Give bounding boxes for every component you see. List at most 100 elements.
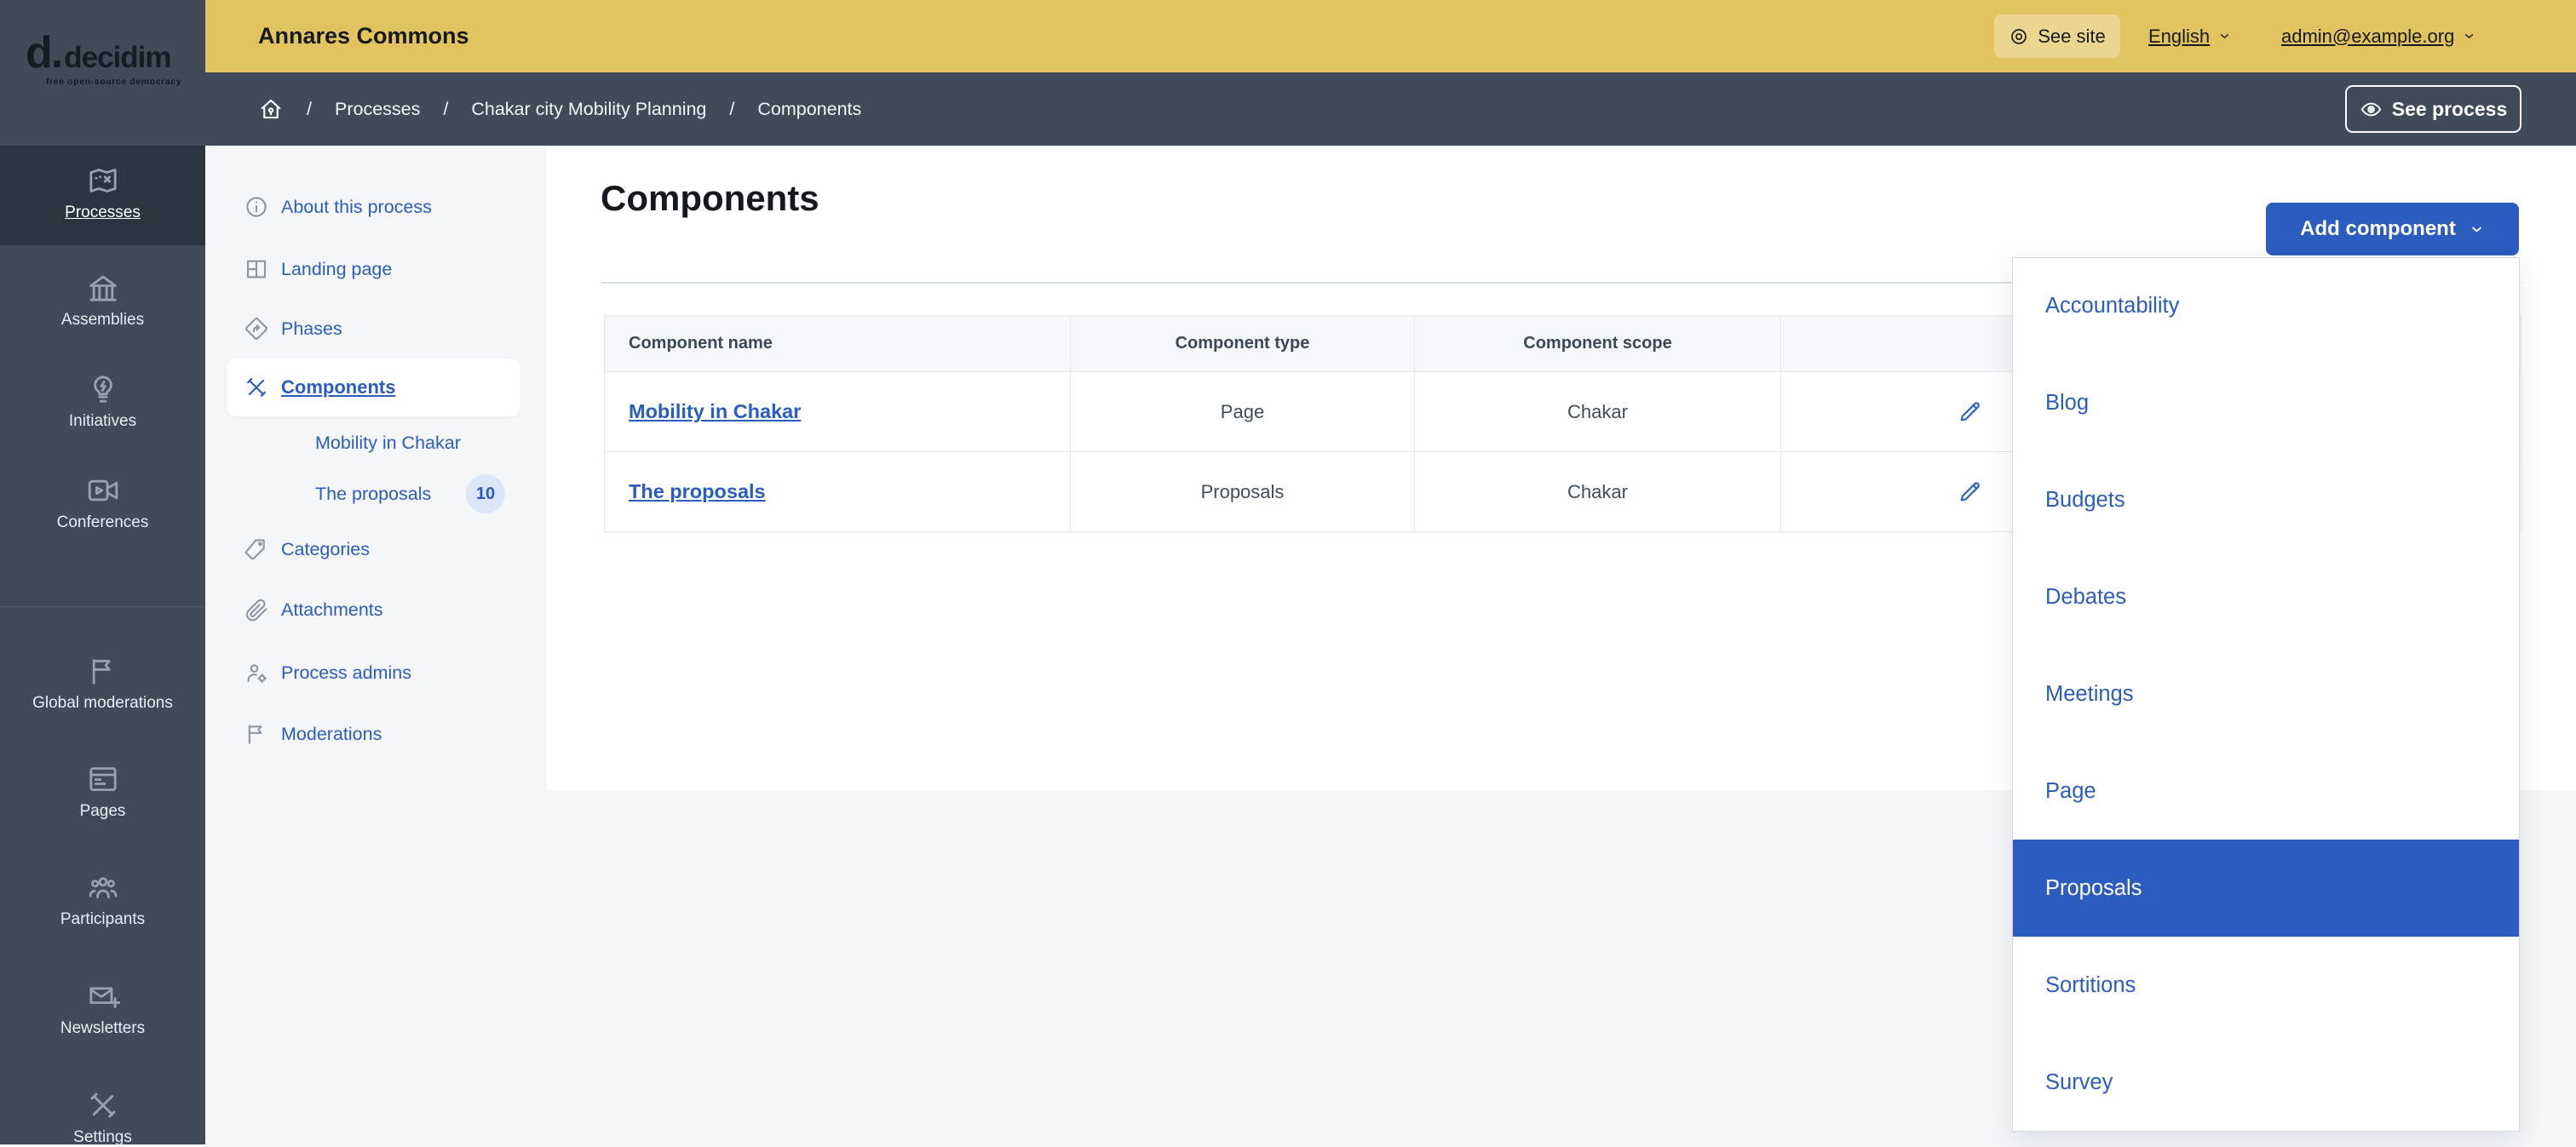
process-menu-moderations[interactable]: Moderations	[205, 715, 546, 753]
process-menu: About this process Landing page Phases C…	[205, 146, 546, 1144]
logo-mark: d.	[26, 34, 61, 72]
language-dropdown[interactable]: English	[2148, 0, 2232, 72]
process-menu-label: Components	[281, 376, 395, 399]
process-menu-label: The proposals	[315, 484, 431, 505]
process-menu-categories[interactable]: Categories	[205, 530, 546, 568]
breadcrumb: / Processes / Chakar city Mobility Plann…	[258, 72, 861, 146]
video-camera-icon	[86, 473, 120, 508]
menu-item-accountability[interactable]: Accountability	[2013, 258, 2519, 355]
process-menu-label: Process admins	[281, 662, 411, 684]
chevron-down-icon	[2217, 29, 2232, 43]
sidebar-item-participants[interactable]: Participants	[0, 870, 205, 929]
bank-icon	[86, 271, 120, 305]
eye-icon	[2360, 98, 2383, 121]
sidebar-item-label: Newsletters	[60, 1019, 145, 1038]
home-icon[interactable]	[258, 96, 284, 122]
flag-icon	[86, 654, 120, 688]
breadcrumb-separator: /	[443, 99, 448, 120]
process-menu-process-admins[interactable]: Process admins	[205, 654, 546, 691]
process-menu-label: Categories	[281, 539, 370, 560]
eye-target-icon	[2009, 26, 2029, 47]
browser-icon	[86, 762, 120, 796]
menu-item-survey[interactable]: Survey	[2013, 1034, 2519, 1131]
sidebar-item-label: Participants	[60, 910, 145, 929]
layout-icon	[244, 256, 269, 282]
admin-sidebar: d. decidim free open-source democracy Pr…	[0, 0, 205, 1144]
component-link-mobility[interactable]: Mobility in Chakar	[629, 400, 801, 422]
menu-item-meetings[interactable]: Meetings	[2013, 646, 2519, 743]
menu-item-sortitions[interactable]: Sortitions	[2013, 937, 2519, 1034]
organization-name: Annares Commons	[258, 0, 469, 72]
sidebar-item-settings[interactable]: Settings	[0, 1088, 205, 1147]
user-gear-icon	[244, 660, 269, 685]
decidim-admin-page: { "brand": { "mark": "d.", "wordmark": "…	[0, 0, 2576, 1144]
edit-icon[interactable]	[1956, 399, 1983, 426]
people-icon	[86, 870, 120, 904]
decidim-logo: d. decidim free open-source democracy	[26, 34, 181, 87]
breadcrumb-item-process[interactable]: Chakar city Mobility Planning	[471, 99, 706, 120]
menu-item-budgets[interactable]: Budgets	[2013, 452, 2519, 549]
tools-icon	[86, 1088, 120, 1122]
logo-wordmark: decidim	[64, 41, 170, 75]
chevron-down-icon	[2462, 29, 2476, 43]
account-dropdown[interactable]: admin@example.org	[2281, 0, 2476, 72]
process-menu-landing-page[interactable]: Landing page	[205, 250, 546, 288]
breadcrumb-item-components[interactable]: Components	[757, 99, 861, 120]
breadcrumb-bar: / Processes / Chakar city Mobility Plann…	[205, 72, 2576, 146]
component-link-proposals[interactable]: The proposals	[629, 480, 766, 502]
page-title: Components	[601, 178, 819, 219]
process-menu-phases[interactable]: Phases	[205, 310, 546, 347]
flag-icon	[244, 721, 269, 747]
top-bar: Annares Commons See site English admin@e…	[205, 0, 2576, 72]
mail-plus-icon	[86, 979, 120, 1013]
sidebar-item-label: Global moderations	[32, 694, 173, 713]
menu-item-proposals[interactable]: Proposals	[2013, 840, 2519, 937]
sidebar-item-conferences[interactable]: Conferences	[0, 473, 205, 532]
menu-item-page[interactable]: Page	[2013, 743, 2519, 840]
map-icon	[86, 163, 120, 198]
add-component-label: Add component	[2300, 217, 2456, 241]
sidebar-item-global-moderations[interactable]: Global moderations	[0, 654, 205, 713]
process-menu-components[interactable]: Components	[227, 358, 520, 416]
sidebar-item-initiatives[interactable]: Initiatives	[0, 372, 205, 431]
add-component-button[interactable]: Add component	[2266, 203, 2519, 255]
sidebar-item-label: Initiatives	[69, 412, 136, 431]
menu-item-debates[interactable]: Debates	[2013, 549, 2519, 646]
see-process-label: See process	[2392, 98, 2508, 121]
sidebar-item-assemblies[interactable]: Assemblies	[0, 271, 205, 330]
language-label: English	[2148, 26, 2210, 48]
sidebar-item-pages[interactable]: Pages	[0, 762, 205, 821]
header-component-scope: Component scope	[1415, 316, 1781, 372]
see-site-button[interactable]: See site	[1994, 14, 2120, 58]
process-menu-about[interactable]: About this process	[205, 188, 546, 226]
info-icon	[244, 194, 269, 220]
proposals-count-badge: 10	[466, 474, 505, 513]
see-site-label: See site	[2038, 26, 2106, 48]
sidebar-item-label: Conferences	[57, 513, 149, 532]
process-menu-label: Mobility in Chakar	[315, 433, 461, 454]
see-process-button[interactable]: See process	[2345, 85, 2521, 133]
component-type: Proposals	[1071, 452, 1415, 532]
account-label: admin@example.org	[2281, 26, 2454, 48]
sidebar-item-label: Assemblies	[61, 311, 144, 330]
header-component-type: Component type	[1071, 316, 1415, 372]
header-component-name: Component name	[605, 316, 1071, 372]
component-scope: Chakar	[1415, 372, 1781, 452]
tag-icon	[244, 536, 269, 562]
process-menu-label: About this process	[281, 197, 432, 218]
edit-icon[interactable]	[1956, 479, 1983, 506]
process-menu-mobility-in-chakar[interactable]: Mobility in Chakar	[205, 424, 546, 462]
breadcrumb-separator: /	[729, 99, 734, 120]
add-component-dropdown: Accountability Blog Budgets Debates Meet…	[2012, 257, 2520, 1132]
breadcrumb-item-processes[interactable]: Processes	[335, 99, 420, 120]
milestone-icon	[244, 316, 269, 341]
logo-tagline: free open-source democracy	[46, 77, 181, 87]
sidebar-item-processes[interactable]: Processes	[0, 146, 205, 245]
sidebar-item-newsletters[interactable]: Newsletters	[0, 979, 205, 1038]
tools-icon	[244, 375, 269, 400]
menu-item-blog[interactable]: Blog	[2013, 355, 2519, 452]
breadcrumb-separator: /	[307, 99, 312, 120]
sidebar-item-label: Processes	[65, 204, 141, 222]
process-menu-attachments[interactable]: Attachments	[205, 591, 546, 628]
process-menu-label: Phases	[281, 318, 342, 340]
